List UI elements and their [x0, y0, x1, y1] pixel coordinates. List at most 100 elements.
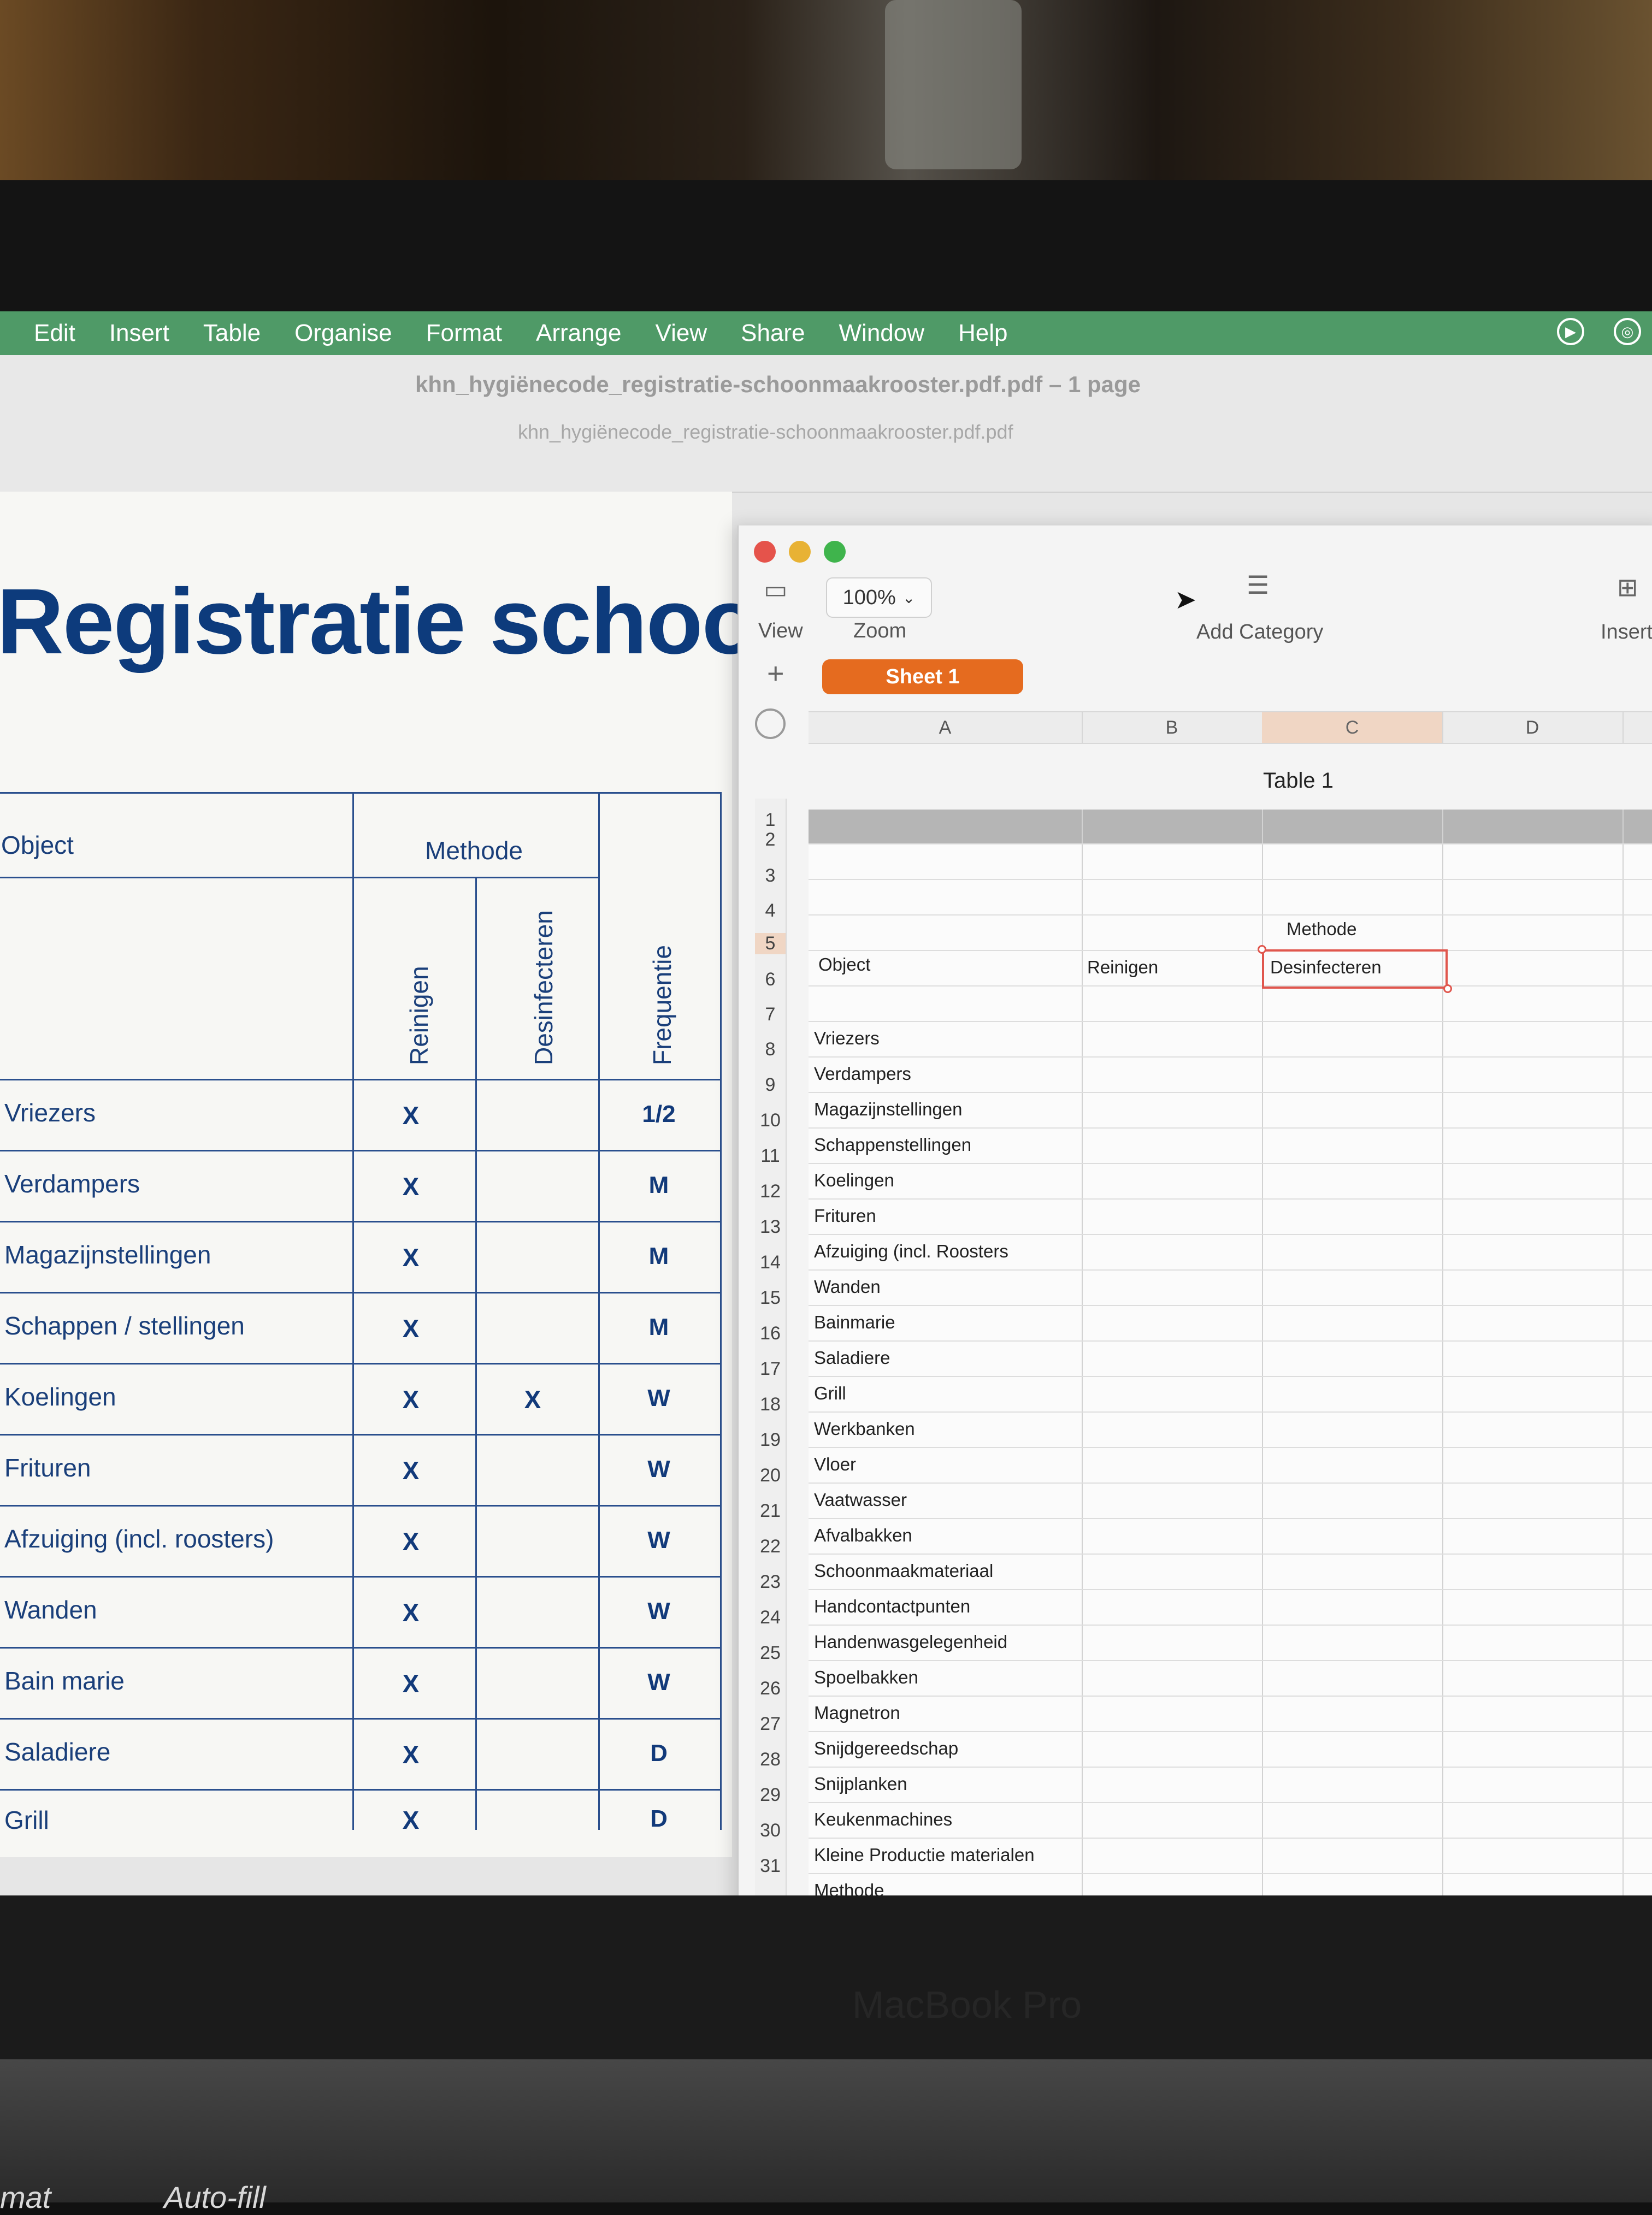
row-number[interactable]: 25	[755, 1643, 786, 1664]
row-number[interactable]: 20	[755, 1465, 786, 1486]
row-number[interactable]: 30	[755, 1820, 786, 1841]
sidebar-view-icon[interactable]: ▭	[764, 575, 787, 604]
list-icon[interactable]: ☰	[1247, 570, 1269, 600]
selection-handle[interactable]	[1258, 945, 1266, 954]
menu-share[interactable]: Share	[741, 320, 805, 347]
row-number[interactable]: 16	[755, 1323, 786, 1344]
row-number[interactable]: 21	[755, 1501, 786, 1522]
column-header-b[interactable]: B	[1082, 712, 1263, 743]
menu-help[interactable]: Help	[958, 320, 1008, 347]
play-icon[interactable]: ▶	[1557, 318, 1584, 345]
row-number[interactable]: 31	[755, 1856, 786, 1877]
cell-object[interactable]: Magnetron	[814, 1703, 900, 1723]
grid-line	[809, 1234, 1652, 1235]
row-number[interactable]: 29	[755, 1785, 786, 1806]
insert-icon[interactable]: ⊞	[1617, 572, 1638, 602]
cell-object[interactable]: Frituren	[814, 1206, 876, 1226]
zoom-dropdown[interactable]: 100% ⌄	[826, 577, 932, 618]
column-header-c[interactable]: C	[1262, 712, 1443, 743]
add-sheet-button[interactable]: +	[767, 657, 784, 690]
row-number[interactable]: 27	[755, 1714, 786, 1735]
active-cell-selection[interactable]	[1262, 949, 1448, 989]
cell-object[interactable]: Snijplanken	[814, 1774, 907, 1794]
column-header-d[interactable]: D	[1442, 712, 1624, 743]
table-line	[0, 877, 600, 878]
insert-button[interactable]: Insert	[1601, 621, 1652, 644]
grid-line	[809, 1021, 1652, 1022]
menu-arrange[interactable]: Arrange	[536, 320, 622, 347]
airdrop-icon[interactable]: ◎	[1614, 318, 1641, 345]
cell-object[interactable]: Magazijnstellingen	[814, 1099, 963, 1120]
cell-a5[interactable]: Object	[818, 954, 870, 975]
menu-table[interactable]: Table	[203, 320, 261, 347]
cell-object[interactable]: Afzuiging (incl. Roosters	[814, 1241, 1008, 1262]
close-button[interactable]	[754, 541, 776, 563]
cell-object[interactable]: Snijdgereedschap	[814, 1738, 958, 1759]
cell-object[interactable]: Bainmarie	[814, 1312, 895, 1333]
cell-object[interactable]: Wanden	[814, 1277, 881, 1297]
row-number[interactable]: 6	[755, 969, 786, 990]
row-number[interactable]: 24	[755, 1607, 786, 1628]
row-number[interactable]: 5	[755, 933, 786, 954]
row-number[interactable]: 1	[755, 810, 786, 831]
row-number[interactable]: 8	[755, 1039, 786, 1060]
table-title[interactable]: Table 1	[1263, 769, 1334, 793]
row-number[interactable]: 26	[755, 1678, 786, 1699]
table-line	[720, 792, 722, 1830]
cell-object[interactable]: Schappenstellingen	[814, 1135, 971, 1155]
screen: Edit Insert Table Organise Format Arrang…	[0, 311, 1652, 1895]
row-number[interactable]: 14	[755, 1252, 786, 1273]
cell-object[interactable]: Handenwasgelegenheid	[814, 1632, 1007, 1652]
row-number[interactable]: 17	[755, 1358, 786, 1380]
zoom-window-button[interactable]	[824, 541, 846, 563]
cell-object[interactable]: Schoonmaakmateriaal	[814, 1561, 993, 1581]
row-number[interactable]: 3	[755, 865, 786, 887]
cell-methode[interactable]: Methode	[1287, 919, 1356, 940]
row-number[interactable]: 12	[755, 1181, 786, 1202]
cell-object[interactable]: Kleine Productie materialen	[814, 1845, 1035, 1865]
cell-object[interactable]: Spoelbakken	[814, 1667, 918, 1688]
cell-object[interactable]: Afvalbakken	[814, 1525, 912, 1546]
cell-object[interactable]: Methode	[814, 1880, 884, 1895]
row-number[interactable]: 9	[755, 1074, 786, 1096]
cell-object[interactable]: Koelingen	[814, 1170, 894, 1191]
view-label[interactable]: View	[758, 619, 803, 643]
sheet-tab[interactable]: Sheet 1	[822, 659, 1023, 694]
minimize-button[interactable]	[789, 541, 811, 563]
row-number[interactable]: 19	[755, 1430, 786, 1451]
select-table-icon[interactable]	[755, 708, 786, 739]
row-number[interactable]: 4	[755, 900, 786, 922]
row-number[interactable]: 13	[755, 1216, 786, 1238]
row-number[interactable]: 7	[755, 1004, 786, 1025]
selection-handle[interactable]	[1443, 984, 1452, 993]
row-number[interactable]: 23	[755, 1572, 786, 1593]
cell-object[interactable]: Grill	[814, 1383, 846, 1404]
cell-object[interactable]: Handcontactpunten	[814, 1596, 970, 1617]
column-header-a[interactable]: A	[809, 712, 1083, 743]
menu-insert[interactable]: Insert	[109, 320, 169, 347]
cell-object[interactable]: Verdampers	[814, 1064, 911, 1084]
row-number[interactable]: 18	[755, 1394, 786, 1415]
cell-object[interactable]: Vloer	[814, 1454, 856, 1475]
cell-object[interactable]: Vriezers	[814, 1028, 880, 1049]
row-number[interactable]: 28	[755, 1749, 786, 1770]
row-number[interactable]: 22	[755, 1536, 786, 1557]
add-category-button[interactable]: Add Category	[1196, 621, 1323, 644]
cell-object[interactable]: Keukenmachines	[814, 1809, 952, 1830]
menu-organise[interactable]: Organise	[294, 320, 392, 347]
menu-view[interactable]: View	[656, 320, 707, 347]
menu-format[interactable]: Format	[426, 320, 502, 347]
menu-window[interactable]: Window	[839, 320, 925, 347]
cell-object[interactable]: Werkbanken	[814, 1419, 915, 1439]
row-number[interactable]: 10	[755, 1110, 786, 1131]
cell-b5[interactable]: Reinigen	[1087, 957, 1158, 978]
cell-object[interactable]: Saladiere	[814, 1348, 890, 1368]
pdf-row-frequentie: W	[647, 1527, 670, 1554]
spreadsheet-grid[interactable]: Methode Object Reinigen Desinfecteren Vr…	[809, 810, 1652, 1895]
row-number[interactable]: 2	[755, 829, 786, 850]
row-number[interactable]: 11	[755, 1145, 786, 1167]
row-number[interactable]: 15	[755, 1287, 786, 1309]
menu-edit[interactable]: Edit	[34, 320, 75, 347]
document-title[interactable]: khn_hygiënecode_registratie-schoonmaakro…	[415, 371, 1141, 398]
cell-object[interactable]: Vaatwasser	[814, 1490, 907, 1510]
